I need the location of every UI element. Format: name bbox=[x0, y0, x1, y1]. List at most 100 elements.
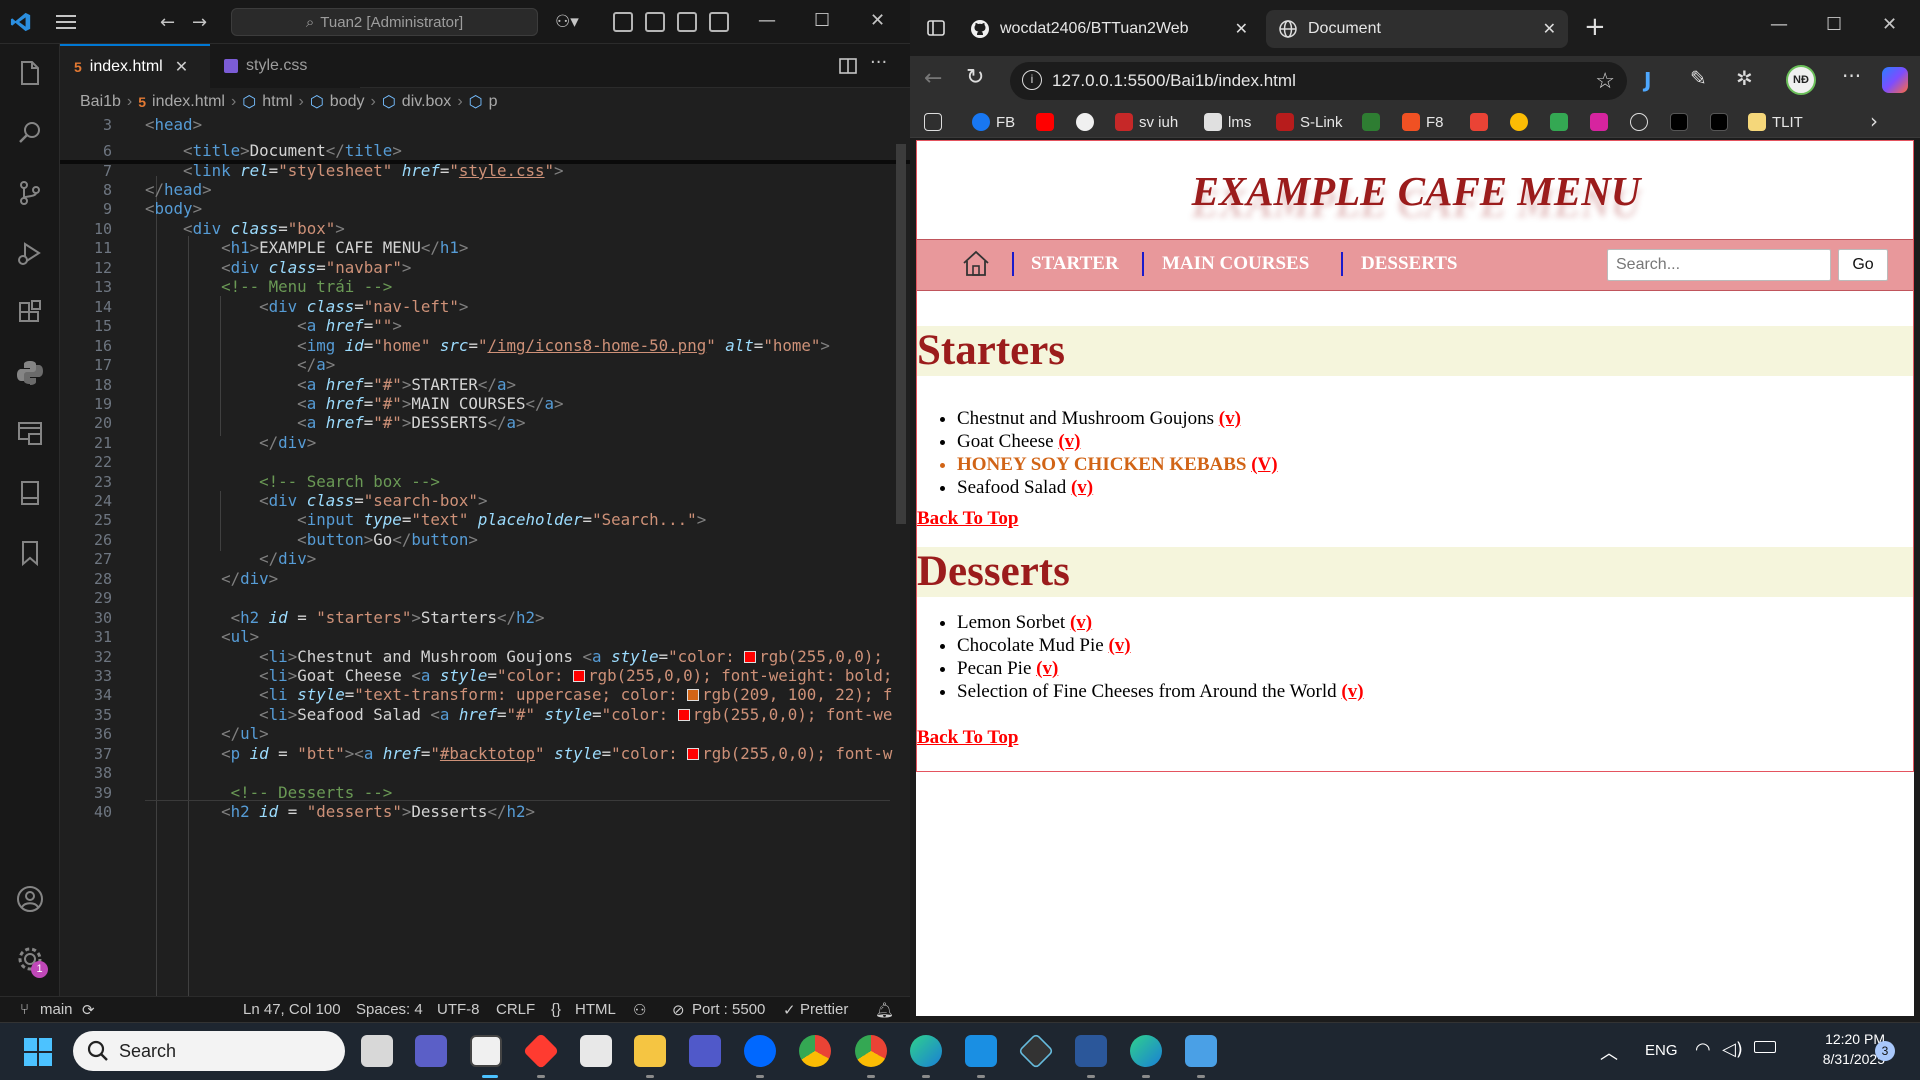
bookmark-youtube[interactable] bbox=[1036, 112, 1054, 132]
chevron-right-icon[interactable]: › bbox=[1870, 109, 1878, 133]
split-editor-icon[interactable] bbox=[838, 56, 858, 76]
minimize-icon[interactable]: — bbox=[758, 10, 776, 31]
v-link[interactable]: (v) bbox=[1108, 635, 1130, 656]
bookmark-gmail[interactable] bbox=[1470, 112, 1488, 132]
tab-github[interactable]: wocdat2406/BTTuan2Web ✕ bbox=[958, 10, 1260, 48]
copilot-status-icon[interactable]: ⚇ bbox=[633, 1001, 646, 1019]
volume-icon[interactable]: ◁) bbox=[1722, 1039, 1743, 1060]
encoding[interactable]: UTF-8 bbox=[437, 1001, 480, 1018]
v-link[interactable]: (v) bbox=[1219, 408, 1241, 429]
bookmark-f8[interactable]: F8 bbox=[1402, 112, 1444, 132]
wifi-icon[interactable]: ◠ bbox=[1695, 1039, 1711, 1060]
indent-setting[interactable]: Spaces: 4 bbox=[356, 1001, 423, 1018]
chrome-icon[interactable] bbox=[855, 1035, 887, 1067]
tab-index-html[interactable]: 5 index.html ✕ bbox=[60, 44, 210, 88]
v-link[interactable]: (V) bbox=[1251, 454, 1277, 475]
tab-actions-icon[interactable] bbox=[926, 18, 946, 38]
forward-arrow-icon[interactable]: → bbox=[192, 12, 207, 33]
notepad-icon[interactable] bbox=[1185, 1035, 1217, 1067]
v-link[interactable]: (v) bbox=[1036, 658, 1058, 679]
search-icon[interactable] bbox=[15, 118, 45, 148]
eyedropper-icon[interactable]: ✎ bbox=[1690, 66, 1707, 90]
layout-icon[interactable] bbox=[613, 12, 633, 32]
bookmark-w[interactable] bbox=[1362, 112, 1380, 132]
cursor-position[interactable]: Ln 47, Col 100 bbox=[243, 1001, 341, 1018]
meet-icon[interactable] bbox=[415, 1035, 447, 1067]
edge-profile-icon[interactable] bbox=[1130, 1035, 1162, 1067]
reading-list-icon[interactable] bbox=[924, 112, 942, 132]
app-icon[interactable] bbox=[1017, 1032, 1055, 1070]
new-tab-icon[interactable]: + bbox=[1584, 12, 1606, 42]
account-icon[interactable] bbox=[15, 884, 45, 914]
sync-icon[interactable]: ⟳ bbox=[82, 1001, 95, 1019]
site-info-icon[interactable]: i bbox=[1022, 70, 1042, 90]
go-button[interactable]: Go bbox=[1838, 249, 1888, 281]
minimize-icon[interactable]: — bbox=[1770, 14, 1788, 35]
close-tab-icon[interactable]: ✕ bbox=[1235, 19, 1248, 39]
more-menu-icon[interactable]: ··· bbox=[1842, 64, 1861, 88]
notifications-bell-icon[interactable]: 🔔︎ bbox=[875, 1001, 894, 1019]
testing-icon[interactable] bbox=[15, 478, 45, 508]
clock-time[interactable]: 12:20 PM bbox=[1795, 1031, 1885, 1047]
toggle-panel-icon[interactable] bbox=[677, 12, 697, 32]
file-explorer-icon[interactable] bbox=[634, 1035, 666, 1067]
windows-start-icon[interactable] bbox=[24, 1038, 52, 1066]
more-actions-icon[interactable]: ··· bbox=[870, 52, 887, 73]
copilot-icon[interactable] bbox=[1882, 67, 1908, 93]
nav-desserts[interactable]: DESSERTS bbox=[1361, 253, 1458, 275]
app-icon[interactable] bbox=[580, 1035, 612, 1067]
bookmark-chatgpt[interactable] bbox=[1630, 112, 1648, 132]
explorer-icon[interactable] bbox=[15, 58, 45, 88]
chrome-icon[interactable] bbox=[799, 1035, 831, 1067]
branch-label[interactable]: main bbox=[40, 1001, 73, 1018]
taskbar-search[interactable]: Search bbox=[73, 1031, 345, 1071]
bookmark-instagram[interactable] bbox=[1590, 112, 1608, 132]
language-mode[interactable]: HTML bbox=[575, 1001, 616, 1018]
close-tab-icon[interactable]: ✕ bbox=[175, 57, 188, 77]
language-indicator[interactable]: ENG bbox=[1645, 1042, 1678, 1059]
back-arrow-icon[interactable]: ← bbox=[924, 66, 942, 91]
v-link[interactable]: (v) bbox=[1341, 681, 1363, 702]
v-link[interactable]: (v) bbox=[1070, 612, 1092, 633]
extensions-icon[interactable] bbox=[15, 298, 45, 328]
live-server-port[interactable]: Port : 5500 bbox=[692, 1001, 765, 1018]
toggle-secondary-sidebar-icon[interactable] bbox=[709, 12, 729, 32]
toggle-sidebar-icon[interactable] bbox=[645, 12, 665, 32]
bookmark-s-link[interactable]: S-Link bbox=[1276, 112, 1343, 132]
maximize-icon[interactable]: ☐ bbox=[1826, 14, 1842, 35]
zalo-icon[interactable] bbox=[744, 1035, 776, 1067]
vscode-icon[interactable] bbox=[965, 1035, 997, 1067]
python-icon[interactable] bbox=[15, 358, 45, 388]
extension-j-icon[interactable]: J bbox=[1644, 68, 1668, 92]
edge-icon[interactable] bbox=[910, 1035, 942, 1067]
run-debug-icon[interactable] bbox=[15, 238, 45, 268]
back-to-top-link[interactable]: Back To Top bbox=[917, 727, 1018, 749]
bookmark-fb[interactable]: FB bbox=[972, 112, 1015, 132]
back-to-top-link[interactable]: Back To Top bbox=[917, 508, 1018, 530]
nav-main-courses[interactable]: MAIN COURSES bbox=[1162, 253, 1309, 275]
back-arrow-icon[interactable]: ← bbox=[160, 12, 175, 33]
bookmark-terminal[interactable] bbox=[1710, 112, 1728, 132]
bookmark-drive[interactable] bbox=[1550, 112, 1568, 132]
copilot-icon[interactable]: ⚇▾ bbox=[555, 12, 579, 32]
notification-badge[interactable]: 3 bbox=[1875, 1041, 1895, 1061]
close-icon[interactable]: ✕ bbox=[870, 10, 885, 31]
prettier-status[interactable]: Prettier bbox=[800, 1001, 848, 1018]
favorite-star-icon[interactable]: ☆ bbox=[1595, 68, 1615, 94]
bookmark-github[interactable] bbox=[1076, 112, 1094, 132]
tab-document[interactable]: Document ✕ bbox=[1266, 10, 1568, 48]
task-view-icon[interactable] bbox=[361, 1035, 393, 1067]
tab-style-css[interactable]: style.css bbox=[210, 44, 360, 88]
bookmark-icon[interactable] bbox=[15, 538, 45, 568]
snipping-tool-icon[interactable] bbox=[470, 1035, 502, 1067]
source-control-icon[interactable] bbox=[15, 178, 45, 208]
reload-icon[interactable]: ↻ bbox=[966, 65, 984, 90]
hamburger-menu-icon[interactable] bbox=[56, 14, 76, 30]
battery-icon[interactable] bbox=[1754, 1041, 1776, 1053]
line-ending[interactable]: CRLF bbox=[496, 1001, 535, 1018]
maximize-icon[interactable]: ☐ bbox=[814, 10, 830, 31]
close-icon[interactable]: ✕ bbox=[1882, 14, 1897, 35]
word-icon[interactable] bbox=[1075, 1035, 1107, 1067]
command-center-search[interactable]: ⌕ Tuan2 [Administrator] bbox=[231, 8, 538, 36]
anydesk-icon[interactable] bbox=[522, 1032, 560, 1070]
